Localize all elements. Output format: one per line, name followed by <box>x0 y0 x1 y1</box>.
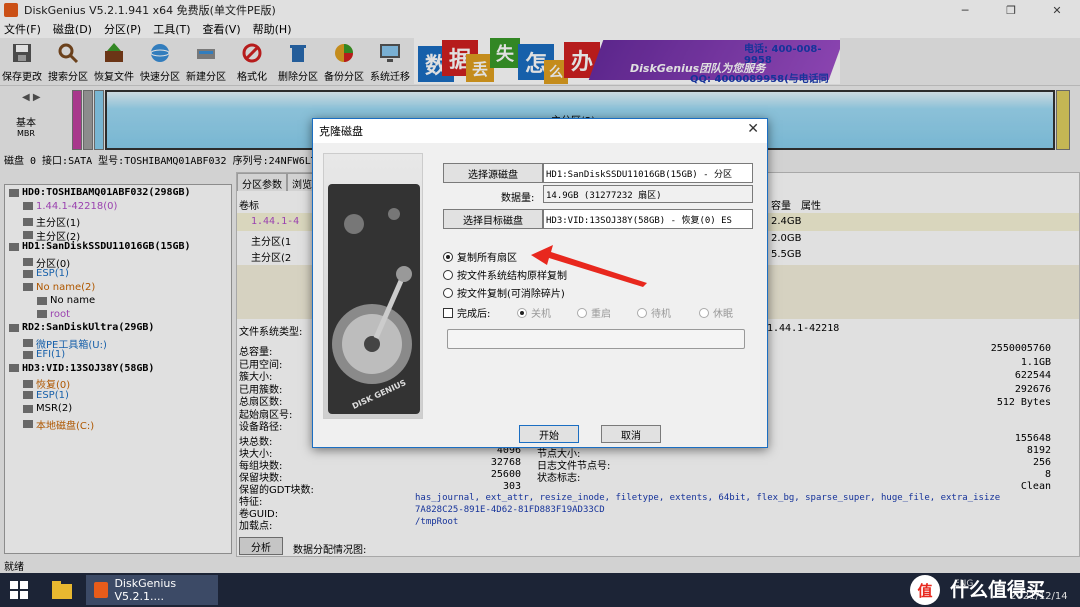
radio-dot <box>443 269 453 280</box>
radio-dot <box>577 307 587 318</box>
radio-dot-selected <box>517 307 527 318</box>
taskbar-app-label: DiskGenius V5.2.1.... <box>114 577 177 603</box>
data-amount-value: 14.9GB (31277232 扇区) <box>543 185 753 203</box>
annotation-arrow-icon <box>531 245 647 287</box>
dialog-title-bar: 克隆磁盘 ✕ <box>313 119 767 143</box>
after-done-checkbox[interactable]: 完成后: <box>443 305 490 320</box>
hdd-illustration: DISK GENIUS <box>323 153 423 419</box>
source-disk-field[interactable]: HD1:SanDiskSSDU11016GB(15GB) - 分区 <box>543 163 753 183</box>
file-explorer-icon[interactable] <box>52 581 72 599</box>
data-amount-label: 数据量: <box>501 193 535 204</box>
watermark-brand: 什么值得买 <box>950 579 1046 601</box>
select-target-button[interactable]: 选择目标磁盘 <box>443 209 543 229</box>
checkbox-box <box>443 307 453 318</box>
radio-dot <box>637 307 647 318</box>
start-button[interactable]: 开始 <box>519 425 579 443</box>
after-shutdown-label: 关机 <box>531 309 551 320</box>
after-standby-radio[interactable]: 待机 <box>637 305 671 320</box>
copy-all-sectors-label: 复制所有扇区 <box>457 253 517 264</box>
app-window: DiskGenius V5.2.1.941 x64 免费版(单文件PE版) ─ … <box>0 0 1080 573</box>
after-hibernate-radio[interactable]: 休眠 <box>699 305 733 320</box>
after-restart-radio[interactable]: 重启 <box>577 305 611 320</box>
after-shutdown-radio[interactable]: 关机 <box>517 305 551 320</box>
progress-bar <box>447 329 745 349</box>
copy-all-sectors-radio[interactable]: 复制所有扇区 <box>443 249 517 264</box>
taskbar-diskgenius[interactable]: DiskGenius V5.2.1.... <box>86 575 218 605</box>
windows-start-icon[interactable] <box>10 581 28 599</box>
hdd-icon <box>328 184 420 414</box>
target-disk-field[interactable]: HD3:VID:13SOJ38Y(58GB) - 恢复(0) ES <box>543 209 753 229</box>
after-done-label: 完成后: <box>457 309 491 320</box>
radio-dot <box>699 307 709 318</box>
diskgenius-icon <box>94 582 109 598</box>
radio-dot <box>443 287 453 298</box>
after-standby-label: 待机 <box>651 309 671 320</box>
clone-disk-dialog: 克隆磁盘 ✕ DISK GENIUS 选择源磁盘 HD1:SanDiskSSDU… <box>312 118 768 448</box>
cancel-button[interactable]: 取消 <box>601 425 661 443</box>
dialog-title: 克隆磁盘 <box>319 125 363 138</box>
smzdm-logo-icon: 值 <box>910 575 940 605</box>
taskbar: DiskGenius V5.2.1.... ENG 2021/12/14 值 什… <box>0 573 1080 607</box>
after-restart-label: 重启 <box>591 309 611 320</box>
radio-dot-selected <box>443 251 453 262</box>
after-hibernate-label: 休眠 <box>713 309 733 320</box>
select-source-button[interactable]: 选择源磁盘 <box>443 163 543 183</box>
close-icon[interactable]: ✕ <box>747 121 759 137</box>
